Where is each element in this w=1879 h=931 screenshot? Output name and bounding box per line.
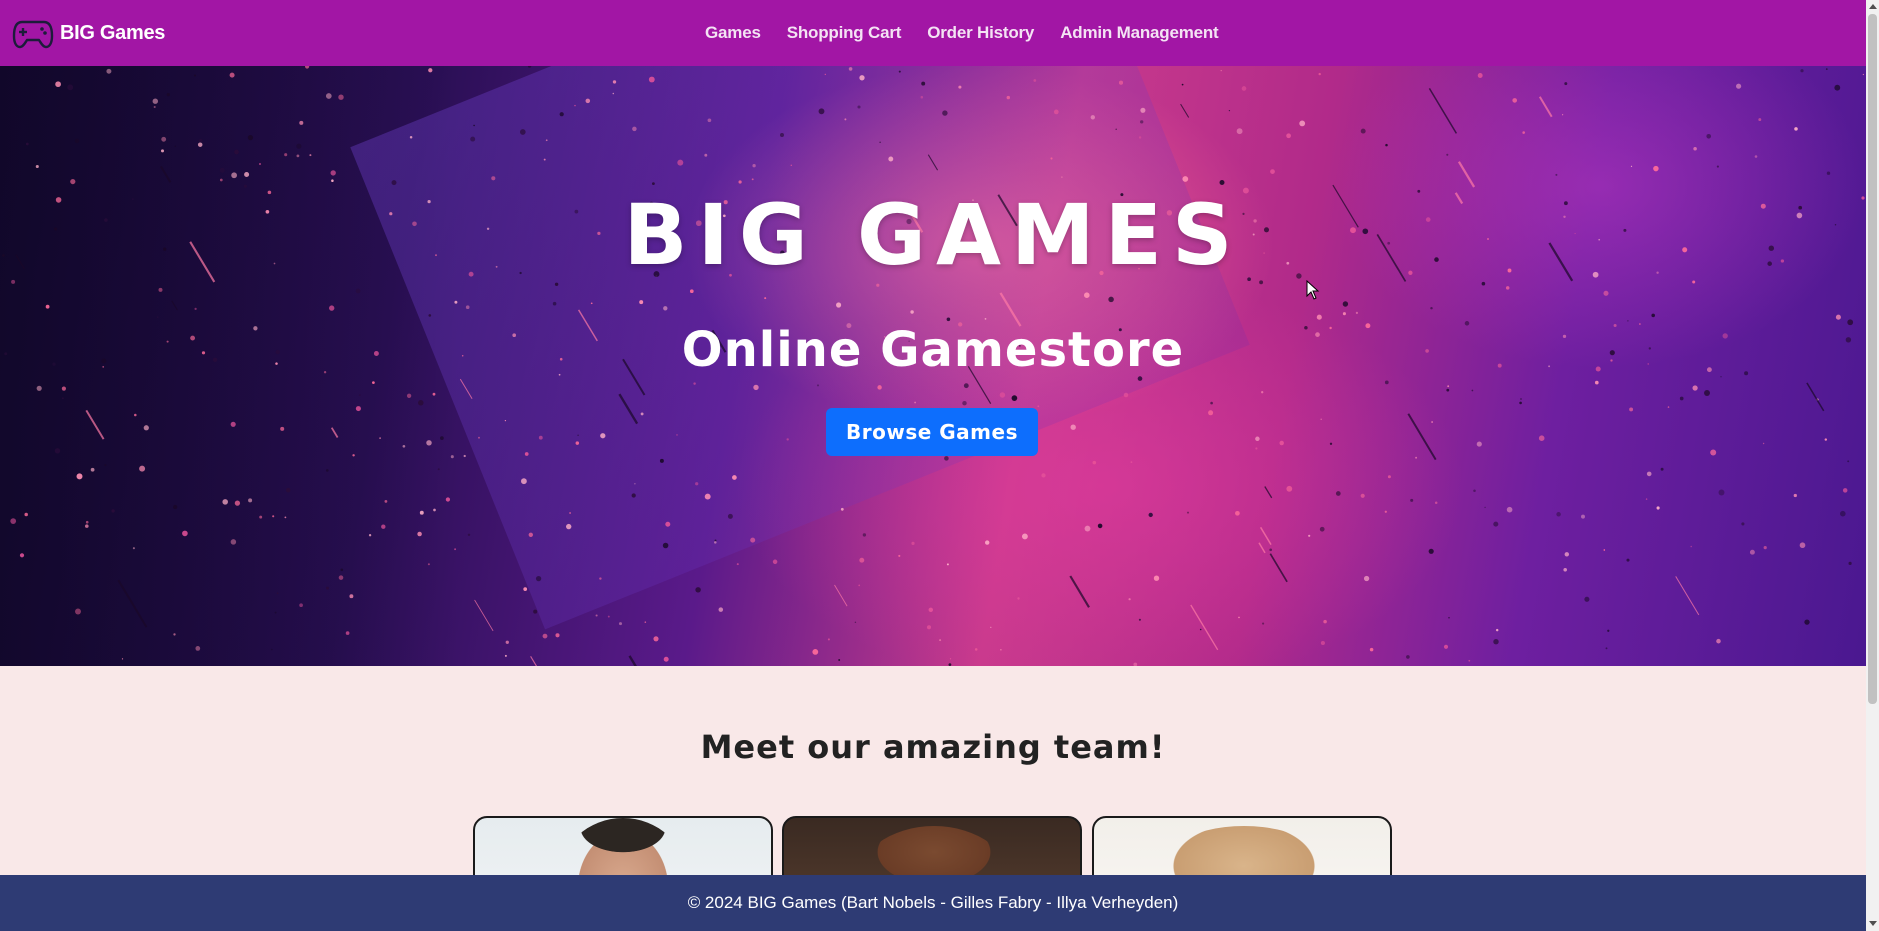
brand-link[interactable]: BIG Games xyxy=(12,14,165,52)
nav-link-order-history[interactable]: Order History xyxy=(927,23,1034,43)
footer-copyright: © 2024 BIG Games (Bart Nobels - Gilles F… xyxy=(687,893,1179,912)
page-content: BIG Games Games Shopping Cart Order Hist… xyxy=(0,0,1866,931)
nav-link-shopping-cart[interactable]: Shopping Cart xyxy=(787,23,902,43)
hero-subtitle: Online Gamestore xyxy=(681,322,1185,378)
nav-link-admin-management[interactable]: Admin Management xyxy=(1060,23,1219,43)
brand-text: BIG Games xyxy=(60,21,166,44)
page: BIG Games Games Shopping Cart Order Hist… xyxy=(0,0,1879,931)
mouse-cursor-icon xyxy=(1306,280,1320,300)
navbar: BIG Games Games Shopping Cart Order Hist… xyxy=(0,0,1866,66)
nav-link-games[interactable]: Games xyxy=(705,23,761,43)
browse-games-button[interactable]: Browse Games xyxy=(826,408,1038,456)
hero-title: BIG GAMES xyxy=(623,186,1243,284)
footer: © 2024 BIG Games (Bart Nobels - Gilles F… xyxy=(0,875,1866,931)
scroll-up-arrow-icon[interactable] xyxy=(1869,4,1877,9)
scroll-down-arrow-icon[interactable] xyxy=(1869,921,1877,926)
hero-section: BIG GAMES Online Gamestore Browse Games xyxy=(0,66,1866,666)
vertical-scrollbar[interactable] xyxy=(1866,0,1879,931)
scrollbar-thumb[interactable] xyxy=(1868,14,1877,704)
nav-links: Games Shopping Cart Order History Admin … xyxy=(705,0,1219,66)
gamepad-icon xyxy=(12,16,54,50)
team-heading: Meet our amazing team! xyxy=(700,728,1166,766)
